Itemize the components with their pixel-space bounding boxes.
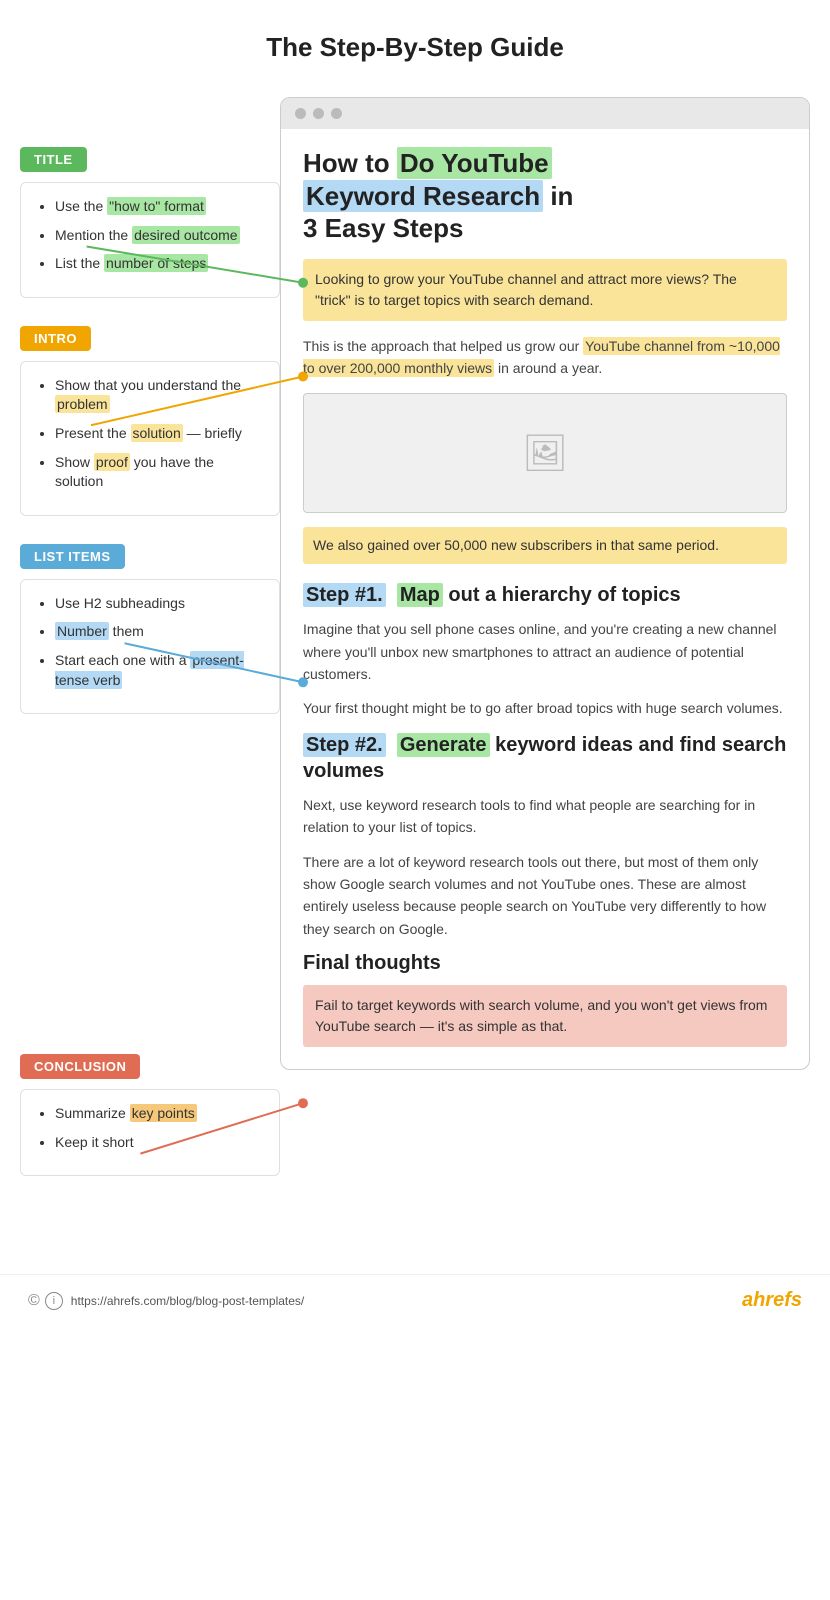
step2-text2: There are a lot of keyword research tool…: [303, 851, 787, 941]
step1-text2: Your first thought might be to go after …: [303, 697, 787, 719]
title-label: TITLE: [20, 147, 87, 172]
list-items-label: LIST ITEMS: [20, 544, 125, 569]
page-title: The Step-By-Step Guide: [0, 0, 830, 87]
title-box: Use the "how to" format Mention the desi…: [20, 182, 280, 298]
highlight: desired outcome: [132, 226, 240, 244]
title-highlight-keyword: Keyword Research: [303, 180, 543, 212]
step2-text1: Next, use keyword research tools to find…: [303, 794, 787, 839]
list-items-section: LIST ITEMS Use H2 subheadings Number the…: [20, 544, 280, 714]
conclusion-highlight-box: Fail to target keywords with search volu…: [303, 985, 787, 1047]
left-panel: TITLE Use the "how to" format Mention th…: [0, 87, 280, 1204]
browser-content: How to Do YouTube Keyword Research in 3 …: [281, 129, 809, 1069]
highlight: present-tense verb: [55, 651, 244, 689]
channel-highlight: YouTube channel from ~10,000 to over 200…: [303, 337, 780, 377]
step2-label: Step #2.: [303, 733, 386, 757]
list-items-list: Use H2 subheadings Number them Start eac…: [37, 594, 263, 690]
list-item: Keep it short: [55, 1133, 263, 1153]
highlight: problem: [55, 395, 110, 413]
intro-list: Show that you understand the problem Pre…: [37, 376, 263, 492]
browser-dot-1: [295, 108, 306, 119]
footer: © i https://ahrefs.com/blog/blog-post-te…: [0, 1274, 830, 1326]
list-items-box: Use H2 subheadings Number them Start eac…: [20, 579, 280, 714]
highlight: proof: [94, 453, 130, 471]
intro-highlight-box: Looking to grow your YouTube channel and…: [303, 259, 787, 321]
conclusion-list: Summarize key points Keep it short: [37, 1104, 263, 1152]
list-item: Mention the desired outcome: [55, 226, 263, 246]
image-icon: 🖼: [522, 432, 568, 474]
title-list: Use the "how to" format Mention the desi…: [37, 197, 263, 274]
list-item: Summarize key points: [55, 1104, 263, 1124]
copyright-icon: ©: [28, 1292, 40, 1310]
list-item: List the number of steps: [55, 254, 263, 274]
intro-box: Show that you understand the problem Pre…: [20, 361, 280, 516]
list-item: Start each one with a present-tense verb: [55, 651, 263, 690]
conclusion-heading: Final thoughts: [303, 952, 787, 975]
highlight: solution: [131, 424, 183, 442]
image-placeholder: 🖼: [303, 393, 787, 513]
conclusion-section: CONCLUSION Summarize key points Keep it …: [20, 1054, 280, 1176]
highlight: "how to" format: [107, 197, 206, 215]
step1-text1: Imagine that you sell phone cases online…: [303, 618, 787, 685]
footer-url[interactable]: https://ahrefs.com/blog/blog-post-templa…: [71, 1294, 304, 1308]
conclusion-label: CONCLUSION: [20, 1054, 140, 1079]
browser-dot-3: [331, 108, 342, 119]
step1-heading: Step #1. Map out a hierarchy of topics: [303, 582, 787, 608]
highlight: Number: [55, 622, 109, 640]
step1-map: Map: [397, 583, 443, 607]
step2-generate: Generate: [397, 733, 490, 757]
footer-icons: © i: [28, 1292, 63, 1310]
intro-section: INTRO Show that you understand the probl…: [20, 326, 280, 516]
list-item: Show that you understand the problem: [55, 376, 263, 415]
list-item: Use the "how to" format: [55, 197, 263, 217]
intro-label: INTRO: [20, 326, 91, 351]
info-icon: i: [45, 1292, 63, 1310]
step1-label: Step #1.: [303, 583, 386, 607]
list-item: Use H2 subheadings: [55, 594, 263, 614]
right-panel: How to Do YouTube Keyword Research in 3 …: [280, 87, 830, 1204]
title-highlight-youtube: Do YouTube: [397, 147, 552, 179]
title-section: TITLE Use the "how to" format Mention th…: [20, 147, 280, 298]
list-item: Number them: [55, 622, 263, 642]
conclusion-box: Summarize key points Keep it short: [20, 1089, 280, 1176]
footer-brand: ahrefs: [742, 1289, 802, 1312]
title-text: How to Do YouTube Keyword Research in 3 …: [303, 147, 573, 243]
browser-mock: How to Do YouTube Keyword Research in 3 …: [280, 97, 810, 1070]
footer-left: © i https://ahrefs.com/blog/blog-post-te…: [28, 1292, 304, 1310]
page-container: The Step-By-Step Guide TITLE Use the "ho…: [0, 0, 830, 1326]
intro-text-1: This is the approach that helped us grow…: [303, 335, 787, 380]
highlight: key points: [130, 1104, 197, 1122]
browser-dot-2: [313, 108, 324, 119]
highlight: number of steps: [104, 254, 208, 272]
list-item: Present the solution — briefly: [55, 424, 263, 444]
step2-heading: Step #2. Generate keyword ideas and find…: [303, 732, 787, 784]
subscribers-highlight: We also gained over 50,000 new subscribe…: [303, 527, 787, 564]
list-item: Show proof you have the solution: [55, 453, 263, 492]
subscribers-text: We also gained over 50,000 new subscribe…: [313, 537, 719, 553]
browser-bar: [281, 98, 809, 129]
article-title: How to Do YouTube Keyword Research in 3 …: [303, 147, 787, 245]
